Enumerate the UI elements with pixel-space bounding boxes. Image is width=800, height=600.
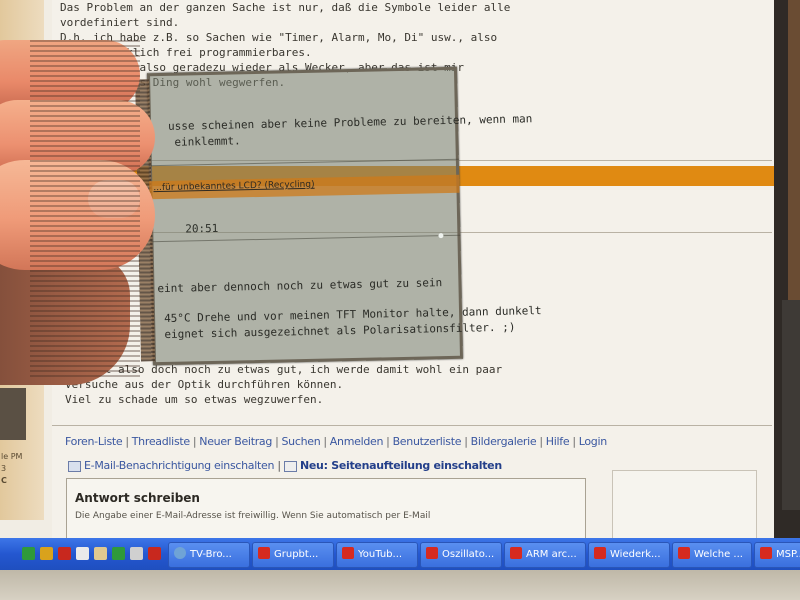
footer-link[interactable]: Anmelden <box>330 435 384 448</box>
post-line: Viel zu schade um so etwas wegzuwerfen. <box>65 393 324 406</box>
separator: | <box>572 435 576 448</box>
taskbar-button-label: TV-Bro... <box>190 549 232 560</box>
lcd-ribbon-shadow <box>30 40 140 380</box>
taskbar-button[interactable]: TV-Bro... <box>168 542 250 568</box>
page-split-icon <box>283 460 297 472</box>
taskbar-button[interactable]: Welche ... <box>672 542 752 568</box>
windows-taskbar: TV-Bro... Grupbt... YouTub... Oszillato.… <box>0 538 800 570</box>
mail-icon <box>68 460 81 472</box>
taskbar-button-label: Wiederk... <box>610 549 661 560</box>
opera-icon <box>594 547 606 559</box>
monitor-frame <box>774 0 800 540</box>
footer-link[interactable]: Benutzerliste <box>393 435 462 448</box>
footer-link[interactable]: Hilfe <box>546 435 570 448</box>
separator: | <box>275 435 279 448</box>
separator: | <box>277 459 281 472</box>
footer-link[interactable]: Suchen <box>281 435 320 448</box>
quicklaunch-icon[interactable] <box>76 547 89 560</box>
footer-link[interactable]: Threadliste <box>132 435 190 448</box>
reply-hint: Die Angabe einer E-Mail-Adresse ist frei… <box>75 511 431 521</box>
taskbar-button[interactable]: ARM arc... <box>504 542 586 568</box>
footer-link[interactable]: Bildergalerie <box>471 435 537 448</box>
taskbar-button-label: Grupbt... <box>274 549 319 560</box>
mouse-cursor <box>438 233 444 239</box>
quicklaunch-icon[interactable] <box>112 547 125 560</box>
footer-link[interactable]: Foren-Liste <box>65 435 123 448</box>
hand <box>0 40 200 390</box>
separator: | <box>539 435 543 448</box>
taskbar-button-label: YouTub... <box>358 549 403 560</box>
taskbar-button[interactable]: Grupbt... <box>252 542 334 568</box>
monitor-bezel <box>0 570 800 600</box>
post-line: vordefiniert sind. <box>60 16 180 29</box>
post-divider <box>52 425 772 426</box>
opera-icon <box>426 547 438 559</box>
background-wood <box>788 0 800 300</box>
footer-link[interactable]: Login <box>579 435 607 448</box>
email-notification-link[interactable]: E-Mail-Benachrichtigung einschalten <box>84 459 274 472</box>
post-line: Das Problem an der ganzen Sache ist nur,… <box>60 1 511 14</box>
taskbar-button[interactable]: MSP... <box>754 542 800 568</box>
photo-scene: le PM 3 C Das Problem an der ganzen Sach… <box>0 0 800 600</box>
reply-box: Antwort schreiben Die Angabe einer E-Mai… <box>66 478 586 542</box>
separator: | <box>386 435 390 448</box>
opera-icon <box>760 547 772 559</box>
separator: | <box>464 435 468 448</box>
globe-icon <box>174 547 186 559</box>
quicklaunch-icon[interactable] <box>22 547 35 560</box>
quicklaunch-icon[interactable] <box>40 547 53 560</box>
taskbar-button-label: MSP... <box>776 549 800 560</box>
notification-options: E-Mail-Benachrichtigung einschalten | Ne… <box>68 459 502 472</box>
left-small-text: le PM <box>1 452 23 461</box>
taskbar-button[interactable]: Oszillato... <box>420 542 502 568</box>
taskbar-button-label: ARM arc... <box>526 549 577 560</box>
forum-footer-nav: Foren-Liste | Threadliste | Neuer Beitrag | Su… <box>65 435 607 448</box>
separator: | <box>192 435 197 448</box>
taskbar-button[interactable]: YouTub... <box>336 542 418 568</box>
background-panel <box>782 300 800 510</box>
opera-icon <box>510 547 522 559</box>
side-panel <box>612 470 757 542</box>
user-avatar <box>0 388 26 440</box>
opera-icon <box>342 547 354 559</box>
left-small-text: C <box>1 476 7 485</box>
quicklaunch-icon[interactable] <box>94 547 107 560</box>
left-small-text: 3 <box>1 464 7 473</box>
separator: | <box>323 435 327 448</box>
opera-icon <box>678 547 690 559</box>
taskbar-button-label: Oszillato... <box>442 549 495 560</box>
quicklaunch-icon[interactable] <box>58 547 71 560</box>
opera-icon <box>258 547 270 559</box>
separator: | <box>125 435 129 448</box>
footer-link[interactable]: Neuer Beitrag <box>199 435 272 448</box>
taskbar-button[interactable]: Wiederk... <box>588 542 670 568</box>
quicklaunch-icon[interactable] <box>148 547 161 560</box>
page-split-link[interactable]: Neu: Seitenaufteilung einschalten <box>300 459 502 472</box>
taskbar-button-label: Welche ... <box>694 549 743 560</box>
quicklaunch-icon[interactable] <box>130 547 143 560</box>
reply-title: Antwort schreiben <box>75 491 200 505</box>
